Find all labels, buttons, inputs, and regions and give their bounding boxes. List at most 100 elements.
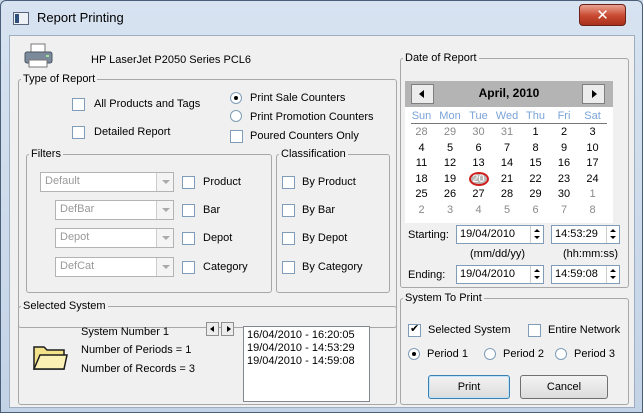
period-2-radio[interactable]	[484, 348, 496, 360]
calendar-day[interactable]: 27	[466, 188, 491, 200]
calendar-day[interactable]: 23	[552, 173, 577, 185]
starting-date-field[interactable]: 19/04/2010	[456, 225, 544, 244]
calendar-day[interactable]: 20	[466, 171, 491, 186]
app-window-icon	[13, 12, 29, 25]
ending-time-field[interactable]: 14:59:08	[551, 265, 620, 284]
calendar-day[interactable]: 17	[580, 157, 605, 169]
category-filter-select[interactable]: DefCat	[55, 257, 174, 277]
calendar-day[interactable]: 28	[409, 126, 434, 138]
day-of-week-header: Thu	[526, 110, 545, 122]
spin-arrows-icon[interactable]	[530, 226, 543, 243]
calendar-day[interactable]: 19	[438, 173, 463, 185]
list-item[interactable]: 16/04/2010 - 16:20:05	[247, 329, 366, 342]
prev-month-button[interactable]	[411, 84, 434, 104]
print-promotion-counters-radio[interactable]	[230, 110, 242, 122]
chevron-down-icon[interactable]	[156, 173, 173, 191]
spin-arrows-icon[interactable]	[606, 266, 619, 283]
calendar-day[interactable]: 29	[438, 126, 463, 138]
period-3-label: Period 3	[574, 348, 615, 360]
calendar-day[interactable]: 28	[495, 188, 520, 200]
calendar-day[interactable]: 3	[580, 126, 605, 138]
calendar-day[interactable]: 10	[580, 142, 605, 154]
category-filter-checkbox[interactable]	[182, 261, 195, 274]
calendar-day[interactable]: 13	[466, 157, 491, 169]
print-button[interactable]: Print	[428, 375, 510, 399]
day-of-week-header: Sat	[584, 110, 601, 122]
periods-listbox[interactable]: 16/04/2010 - 16:20:05 19/04/2010 - 14:53…	[243, 326, 370, 402]
next-month-button[interactable]	[582, 84, 605, 104]
by-bar-checkbox[interactable]	[282, 204, 295, 217]
calendar-day[interactable]: 5	[495, 204, 520, 216]
calendar-day[interactable]: 29	[523, 188, 548, 200]
spin-arrows-icon[interactable]	[606, 226, 619, 243]
prev-system-button[interactable]	[206, 322, 219, 336]
calendar-day[interactable]: 5	[438, 142, 463, 154]
chevron-down-icon[interactable]	[156, 258, 173, 276]
close-button[interactable]: ✕	[579, 4, 626, 26]
detailed-report-label: Detailed Report	[94, 126, 171, 138]
day-of-week-header: Mon	[439, 110, 461, 122]
calendar-day[interactable]: 2	[409, 204, 434, 216]
chevron-down-icon[interactable]	[156, 201, 173, 219]
calendar-day[interactable]: 14	[495, 157, 520, 169]
calendar-day[interactable]: 1	[580, 188, 605, 200]
calendar-day[interactable]: 8	[580, 204, 605, 216]
calendar-day[interactable]: 1	[523, 126, 548, 138]
chevron-down-icon[interactable]	[156, 229, 173, 247]
all-products-checkbox[interactable]	[72, 98, 85, 111]
bar-filter-checkbox[interactable]	[182, 204, 195, 217]
product-filter-checkbox[interactable]	[182, 176, 195, 189]
calendar-day[interactable]: 26	[438, 188, 463, 200]
calendar-day[interactable]: 24	[580, 173, 605, 185]
entire-network-checkbox[interactable]	[528, 324, 541, 337]
starting-time-field[interactable]: 14:53:29	[551, 225, 620, 244]
bar-filter-select[interactable]: DefBar	[55, 200, 174, 220]
category-filter-label: Category	[203, 261, 248, 273]
spin-arrows-icon[interactable]	[530, 266, 543, 283]
print-sale-counters-radio[interactable]	[230, 92, 242, 104]
calendar-day[interactable]: 31	[495, 126, 520, 138]
calendar-day[interactable]: 22	[523, 173, 548, 185]
period-1-radio[interactable]	[408, 348, 420, 360]
calendar-day[interactable]: 12	[438, 157, 463, 169]
day-of-week-header: Wed	[495, 110, 519, 122]
category-filter-value: DefCat	[60, 260, 95, 272]
calendar-day[interactable]: 9	[552, 142, 577, 154]
ending-date-field[interactable]: 19/04/2010	[456, 265, 544, 284]
calendar-day[interactable]: 4	[466, 204, 491, 216]
list-item[interactable]: 19/04/2010 - 14:59:08	[247, 355, 366, 368]
title-bar[interactable]: Report Printing ✕	[1, 1, 642, 35]
calendar-day[interactable]: 4	[409, 142, 434, 154]
calendar-day[interactable]: 2	[552, 126, 577, 138]
calendar-day[interactable]: 30	[552, 188, 577, 200]
calendar-day[interactable]: 18	[409, 173, 434, 185]
calendar-day[interactable]: 8	[523, 142, 548, 154]
product-filter-select[interactable]: Default	[40, 172, 174, 192]
by-product-checkbox[interactable]	[282, 176, 295, 189]
poured-counters-checkbox[interactable]	[230, 130, 243, 143]
calendar-day[interactable]: 7	[495, 142, 520, 154]
product-filter-value: Default	[45, 175, 80, 187]
period-3-radio[interactable]	[555, 348, 567, 360]
depot-filter-checkbox[interactable]	[182, 232, 195, 245]
calendar-day[interactable]: 15	[523, 157, 548, 169]
calendar-day[interactable]: 25	[409, 188, 434, 200]
cancel-button[interactable]: Cancel	[520, 375, 608, 399]
by-category-checkbox[interactable]	[282, 261, 295, 274]
depot-filter-select[interactable]: Depot	[55, 228, 174, 248]
calendar-divider	[411, 123, 607, 124]
calendar-day[interactable]: 11	[409, 157, 434, 169]
list-item[interactable]: 19/04/2010 - 14:53:29	[247, 342, 366, 355]
report-printing-window: Report Printing ✕ HP LaserJet P2050 Seri…	[0, 0, 643, 413]
selected-system-checkbox[interactable]	[408, 322, 421, 337]
next-system-button[interactable]	[221, 322, 234, 336]
calendar-day[interactable]: 21	[495, 173, 520, 185]
calendar-day[interactable]: 3	[438, 204, 463, 216]
by-depot-checkbox[interactable]	[282, 232, 295, 245]
calendar-day[interactable]: 16	[552, 157, 577, 169]
detailed-report-checkbox[interactable]	[72, 126, 85, 139]
calendar-day[interactable]: 7	[552, 204, 577, 216]
calendar-day[interactable]: 6	[466, 142, 491, 154]
calendar-day[interactable]: 6	[523, 204, 548, 216]
calendar-day[interactable]: 30	[466, 126, 491, 138]
